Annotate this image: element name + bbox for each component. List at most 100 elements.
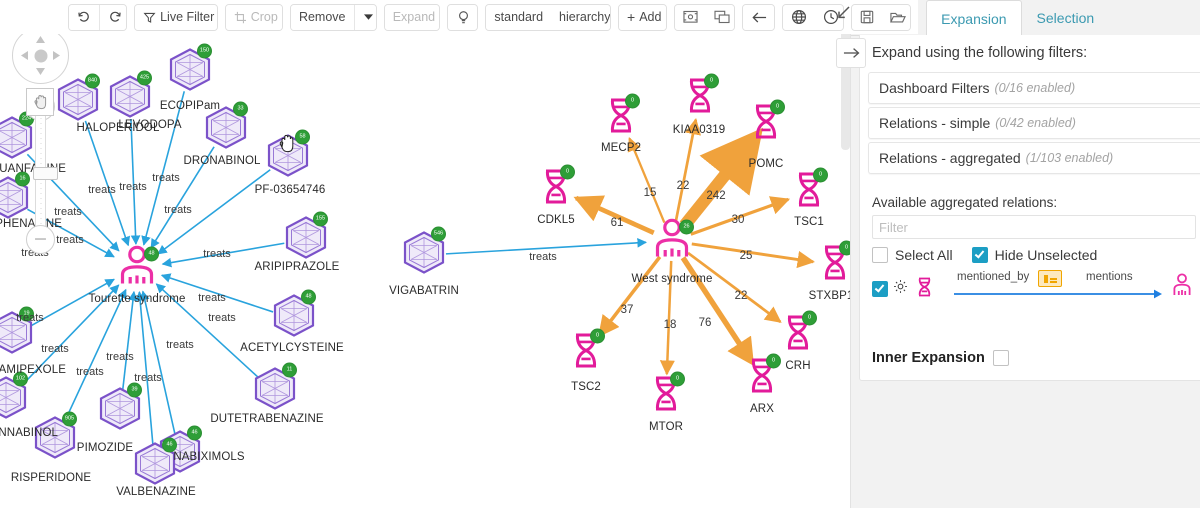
bulb-button[interactable] [448, 4, 478, 30]
graph-node-stxbp1[interactable]: 0 [819, 240, 850, 286]
graph-node-mecp2[interactable]: 0 [605, 93, 640, 139]
open-button[interactable] [881, 4, 911, 30]
edge-label-treats: treats [152, 172, 180, 184]
screenshot-button[interactable] [706, 4, 735, 30]
graph-node-label-ecopipam: ECOPIPam [159, 100, 221, 112]
relation-enabled-checkbox[interactable] [872, 281, 888, 297]
graph-node-west[interactable]: 26 [653, 218, 694, 265]
node-badge: 0 [590, 328, 605, 344]
remove-button[interactable]: Remove [290, 4, 354, 30]
graph-node-haloperidol[interactable]: 840 [55, 73, 101, 127]
graph-node-tourette[interactable]: 48 [118, 245, 159, 292]
pan-hand-tool-button[interactable] [26, 88, 54, 116]
graph-node-cannabinol[interactable]: 102 [0, 371, 29, 425]
edge-treats-pimozide[interactable] [121, 290, 138, 392]
save-button[interactable] [851, 4, 882, 30]
crop-button[interactable]: Crop [225, 4, 282, 30]
edge-label-treats: treats [166, 339, 194, 351]
globe-button[interactable] [783, 4, 816, 30]
pan-arrows-icon [21, 36, 60, 75]
zoom-out-button[interactable]: － [26, 225, 55, 254]
graph-node-label-crh: CRH [785, 360, 811, 372]
graph-node-vigabatrin[interactable]: 546 [401, 226, 447, 280]
graph-node-dronabinol[interactable]: 33 [203, 101, 249, 155]
relation-item-mentioned-by[interactable]: mentioned_by mentions [872, 270, 1192, 305]
pan-navigation-pad[interactable] [12, 27, 69, 84]
node-badge: 546 [431, 226, 446, 242]
inner-expansion-checkbox[interactable] [992, 350, 1009, 366]
fit-selection-button[interactable] [675, 4, 707, 30]
graph-node-label-aripiprazole: ARIPIPRAZOLE [254, 261, 340, 273]
graph-node-dutetrabenazine[interactable]: 11 [252, 362, 298, 416]
tab-expansion[interactable]: Expansion [926, 0, 1022, 36]
graph-node-label-vigabatrin: VIGABATRIN [389, 285, 459, 297]
plus-icon: + [627, 9, 636, 25]
filter-aggregated-count: (1/103 enabled) [1025, 151, 1114, 165]
save-icon [860, 10, 874, 24]
graph-node-tsc2[interactable]: 0 [570, 328, 605, 374]
graph-node-label-pimozide: PIMOZIDE [76, 442, 134, 454]
remove-group: Remove [289, 3, 377, 31]
hide-unselected-checkbox[interactable] [971, 247, 988, 263]
graph-node-pimozide[interactable]: 39 [97, 382, 143, 436]
node-badge: 33 [233, 101, 248, 117]
redo-button[interactable] [99, 4, 127, 30]
graph-canvas[interactable]: 840 425 150 33 58 224 16 155 48 11 46 46… [0, 0, 850, 508]
layout-hierarchy-button[interactable]: hierarchy [551, 4, 611, 30]
filter-simple-count: (0/42 enabled) [995, 116, 1076, 130]
back-button[interactable] [743, 4, 775, 30]
layout-hierarchy-label: hierarchy [559, 10, 611, 24]
relations-filter-input[interactable] [872, 215, 1196, 239]
add-button[interactable]: + Add [619, 4, 667, 30]
graph-node-valbenazine[interactable]: 46 [132, 437, 178, 491]
hand-icon [33, 94, 46, 110]
graph-node-label-west: West syndrome [631, 273, 713, 285]
undo-button[interactable] [69, 4, 99, 30]
live-filter-button[interactable]: Live Filter [135, 4, 217, 30]
graph-node-ecopipam[interactable]: 150 [167, 43, 213, 97]
edge-mentions-stxbp1[interactable] [691, 242, 815, 269]
remove-dropdown-button[interactable] [353, 4, 376, 30]
zoom-thumb[interactable] [33, 167, 58, 180]
gear-icon[interactable] [893, 279, 908, 299]
graph-node-levodopa[interactable]: 425 [107, 70, 153, 124]
edge-mentions-pomc[interactable] [679, 127, 764, 230]
zoom-slider[interactable]: ＋ － [26, 92, 58, 254]
tab-selection[interactable]: Selection [1022, 0, 1110, 35]
node-badge: 26 [679, 219, 694, 235]
graph-node-pomc[interactable]: 0 [750, 99, 785, 145]
select-all-checkbox[interactable] [872, 247, 888, 263]
layout-standard-button[interactable]: standard [486, 4, 552, 30]
expand-group: Expand [383, 3, 441, 31]
edge-label-mentions-count: 15 [643, 187, 657, 199]
expand-button[interactable]: Expand [384, 4, 440, 30]
graph-node-aripiprazole[interactable]: 155 [283, 211, 329, 265]
edge-treats-nabiximols[interactable] [140, 290, 176, 435]
article-card-icon [1038, 270, 1062, 287]
node-badge: 0 [766, 353, 781, 369]
panel-resize-handle[interactable] [832, 2, 856, 24]
graph-node-arx[interactable]: 0 [746, 353, 781, 399]
filter-row-dashboard[interactable]: Dashboard Filters (0/16 enabled) [868, 72, 1200, 104]
node-badge: 905 [62, 411, 77, 427]
graph-node-risperidone[interactable]: 905 [32, 411, 78, 465]
open-folder-icon [890, 11, 906, 24]
resize-arrow-icon [838, 6, 850, 19]
graph-node-crh[interactable]: 0 [782, 310, 817, 356]
node-badge: 48 [301, 289, 316, 305]
graph-node-mtor[interactable]: 0 [650, 371, 685, 417]
screenshot-icon [714, 10, 730, 24]
filter-row-relations-aggregated[interactable]: Relations - aggregated (1/103 enabled) [868, 142, 1200, 174]
filter-row-relations-simple[interactable]: Relations - simple (0/42 enabled) [868, 107, 1200, 139]
zoom-track[interactable] [33, 114, 58, 234]
available-relations-label: Available aggregated relations: [872, 195, 1058, 210]
panel-collapse-button[interactable] [836, 38, 866, 68]
graph-node-cdkl5[interactable]: 0 [540, 164, 575, 210]
graph-node-kiaa0319[interactable]: 0 [684, 73, 719, 119]
edge-mentions-tsc2[interactable] [597, 255, 662, 338]
remove-label: Remove [298, 10, 346, 24]
grab-hand-cursor-icon [279, 134, 294, 153]
graph-node-tsc1[interactable]: 0 [793, 167, 828, 213]
layout-group: standard hierarchy [485, 3, 612, 31]
graph-node-acetylcysteine[interactable]: 48 [271, 289, 317, 343]
